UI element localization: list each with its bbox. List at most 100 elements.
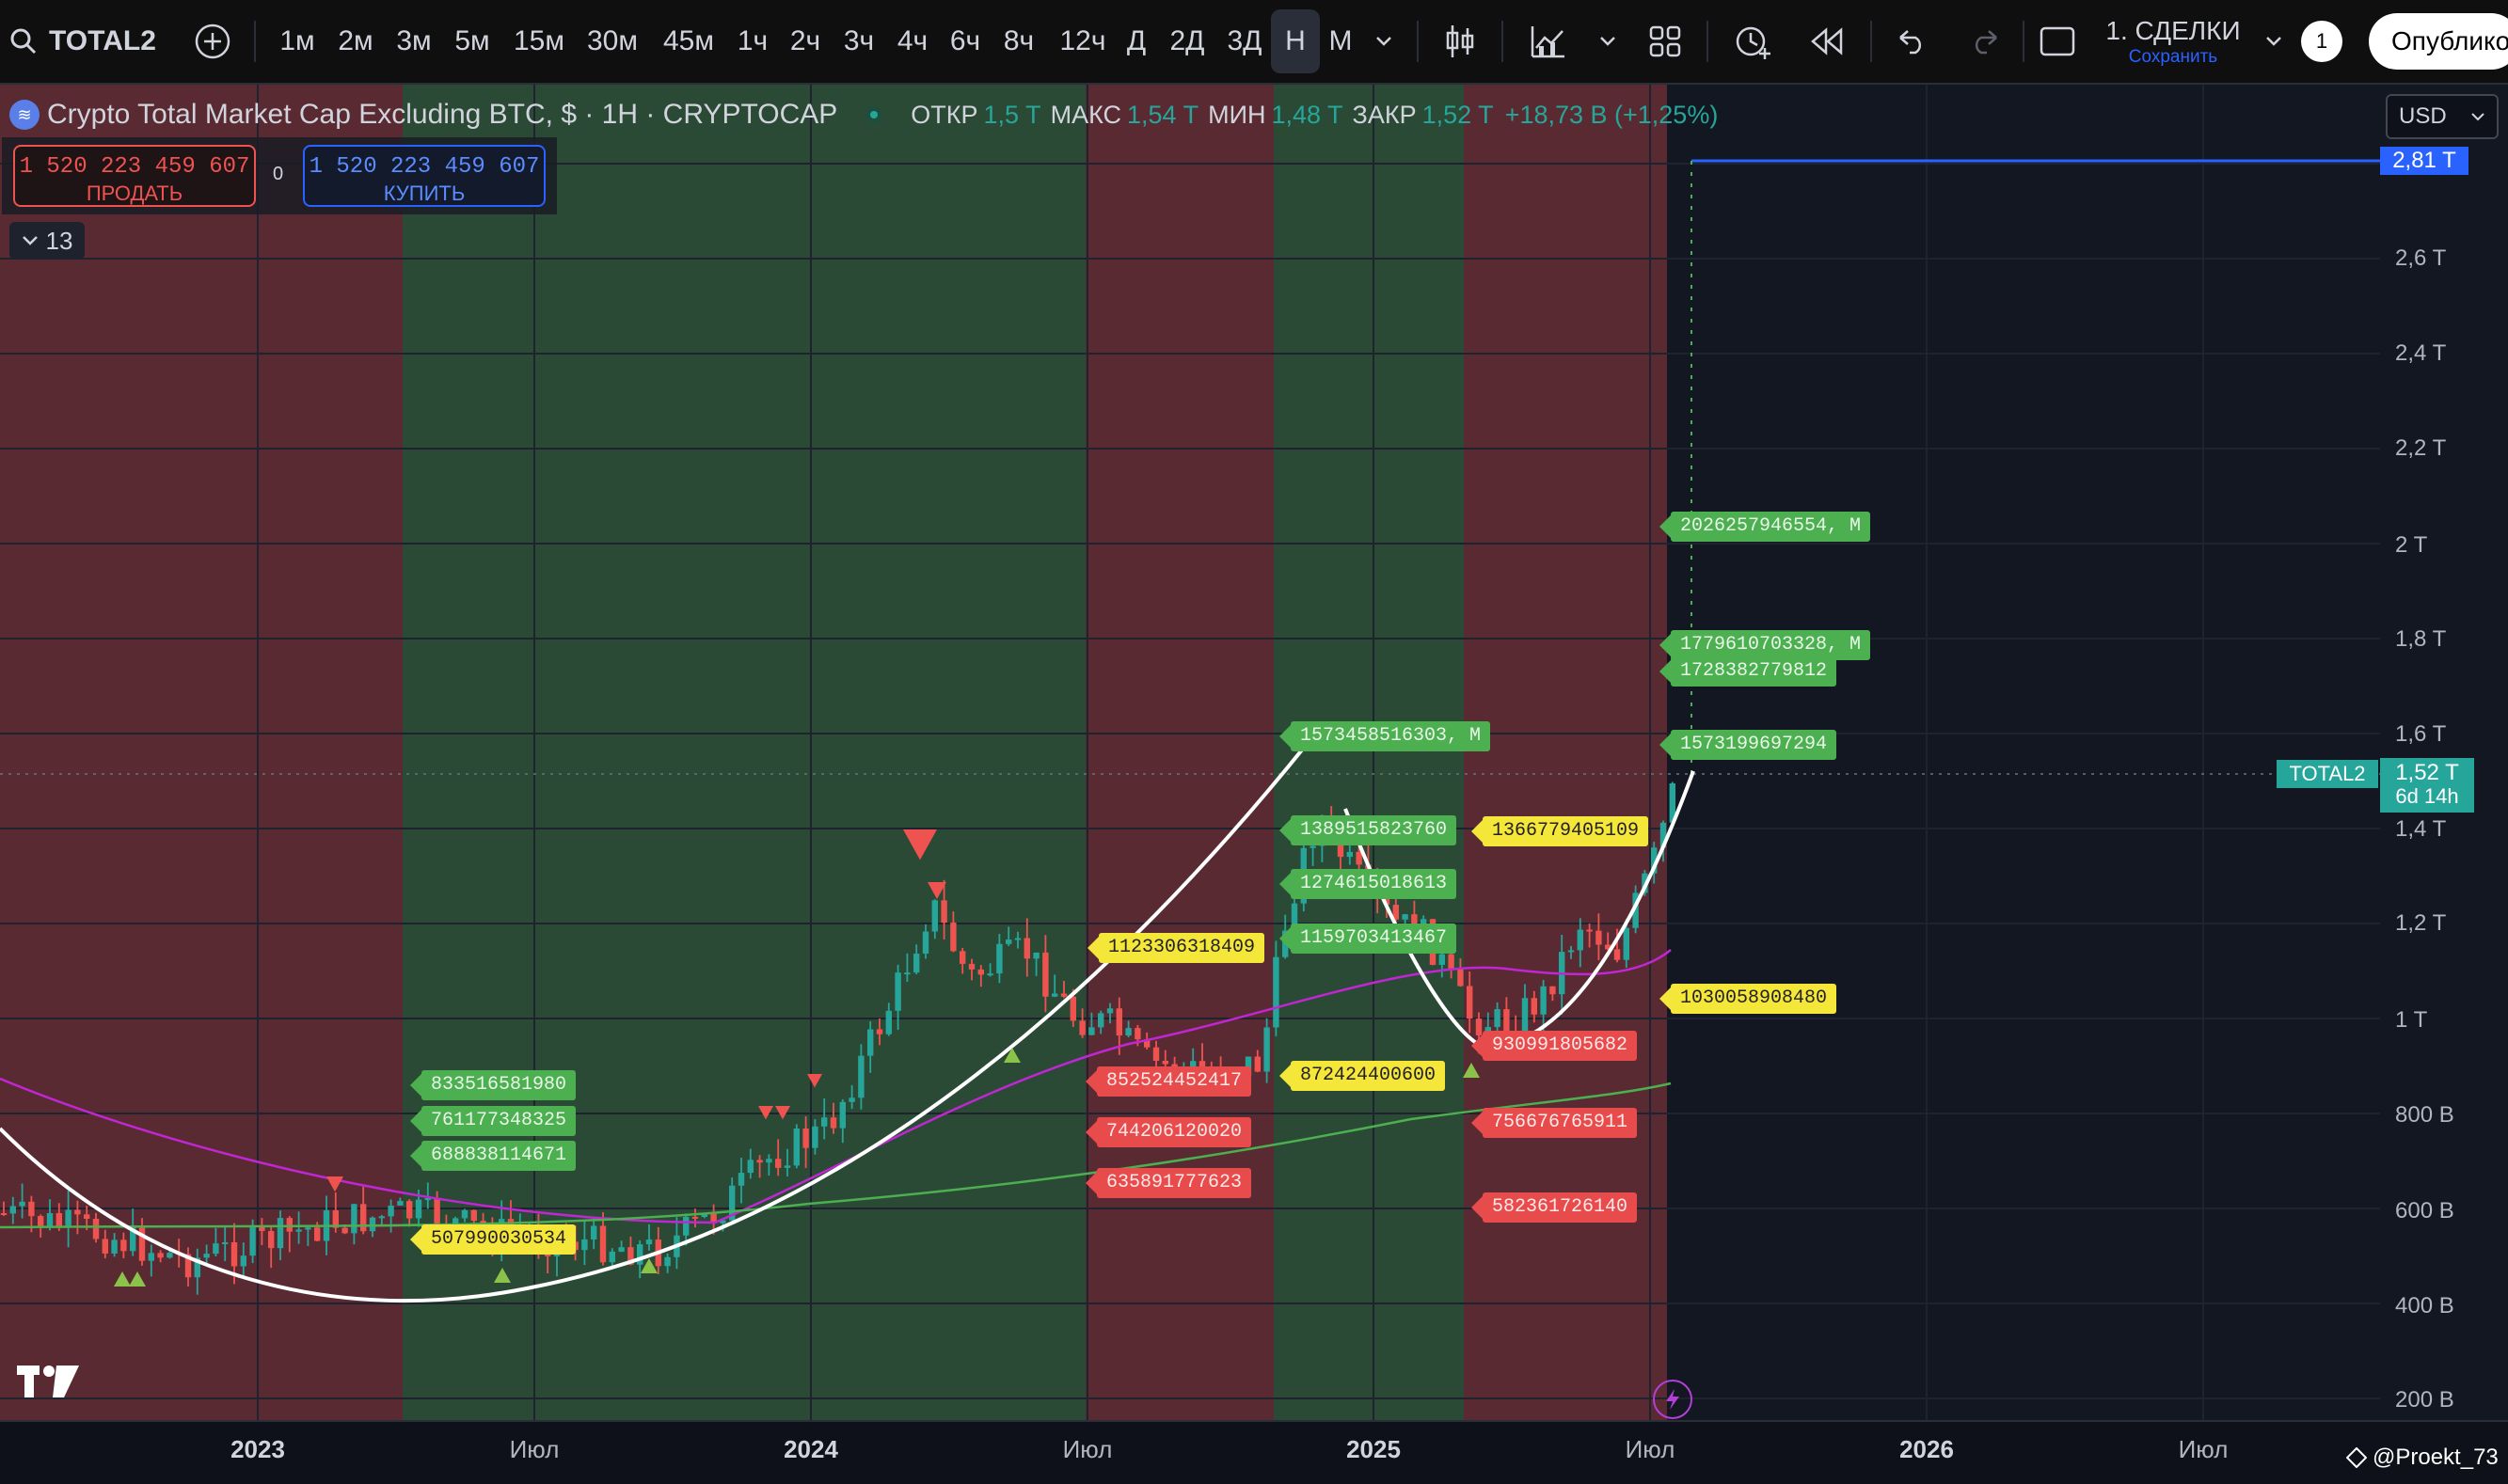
redo-icon[interactable] xyxy=(1966,0,2004,83)
candle-body xyxy=(1586,929,1593,932)
interval-7[interactable]: 45м xyxy=(663,0,714,83)
level-label[interactable]: 1573458516303, M xyxy=(1278,721,1491,751)
candle-body xyxy=(591,1225,597,1239)
interval-8[interactable]: 1ч xyxy=(728,0,777,83)
interval-17[interactable]: 3Д xyxy=(1220,0,1269,83)
lightning-icon[interactable] xyxy=(1653,1380,1692,1419)
candle-body xyxy=(858,1055,865,1098)
interval-19[interactable]: М xyxy=(1316,0,1365,83)
close-label: ЗАКР xyxy=(1352,100,1417,129)
level-label[interactable]: 635891777623 xyxy=(1085,1168,1252,1198)
interval-3[interactable]: 3м xyxy=(389,0,438,83)
candle-body xyxy=(931,900,938,932)
level-label[interactable]: 688838114671 xyxy=(409,1141,577,1171)
level-label[interactable]: 507990030534 xyxy=(409,1224,577,1255)
candle-body xyxy=(1402,914,1408,920)
time-axis[interactable]: 2023 Июл 2024 Июл 2025 Июл 2026 Июл xyxy=(0,1420,2508,1484)
candle-body xyxy=(277,1218,284,1249)
level-label[interactable]: 744206120020 xyxy=(1085,1117,1252,1147)
level-label[interactable]: 761177348325 xyxy=(409,1106,577,1136)
candle-body xyxy=(1531,998,1537,1015)
level-label[interactable]: 1728382779812 xyxy=(1659,656,1837,687)
chevron-down-icon[interactable] xyxy=(1594,0,1622,83)
trend-zone xyxy=(403,85,1086,1420)
interval-18[interactable]: Н xyxy=(1271,9,1320,73)
alert-icon[interactable] xyxy=(1731,0,1774,83)
candle-body xyxy=(360,1204,367,1232)
candle-body xyxy=(415,1199,422,1219)
candle-body xyxy=(203,1254,210,1258)
price-tick-label: 1,4 T xyxy=(2395,816,2447,842)
level-label[interactable]: 1366779405109 xyxy=(1470,816,1649,846)
level-label[interactable]: 930991805682 xyxy=(1470,1031,1638,1061)
candle-body xyxy=(1273,956,1279,1028)
price-chart[interactable] xyxy=(0,85,2508,1420)
sell-button[interactable]: 1 520 223 459 607 ПРОДАТЬ xyxy=(13,145,256,207)
interval-11[interactable]: 4ч xyxy=(888,0,937,83)
level-label[interactable]: 1274615018613 xyxy=(1278,869,1457,899)
level-label[interactable]: 1573199697294 xyxy=(1659,730,1837,760)
interval-16[interactable]: 2Д xyxy=(1163,0,1212,83)
search-icon[interactable] xyxy=(8,0,40,83)
candle-body xyxy=(1125,1028,1132,1036)
interval-9[interactable]: 2ч xyxy=(781,0,830,83)
fullscreen-icon[interactable] xyxy=(2038,0,2077,83)
save-link[interactable]: Сохранить xyxy=(2129,48,2217,66)
interval-13[interactable]: 8ч xyxy=(994,0,1043,83)
level-label[interactable]: 756676765911 xyxy=(1470,1108,1638,1138)
interval-1[interactable]: 1м xyxy=(273,0,322,83)
author-watermark: @Proekt_73 xyxy=(2346,1445,2499,1471)
market-status-icon[interactable] xyxy=(865,106,883,123)
chevron-down-icon[interactable] xyxy=(1370,0,1398,83)
candle-body xyxy=(157,1253,164,1258)
interval-14[interactable]: 12ч xyxy=(1058,0,1107,83)
price-tick-label: 1,8 T xyxy=(2395,626,2447,652)
candle-body xyxy=(1595,930,1602,945)
candle-body xyxy=(839,1101,846,1129)
add-symbol-icon[interactable] xyxy=(192,0,233,83)
interval-6[interactable]: 30м xyxy=(587,0,638,83)
level-label[interactable]: 2026257946554, M xyxy=(1659,512,1871,542)
layout-name[interactable]: 1. СДЕЛКИ Сохранить xyxy=(2098,0,2248,83)
candle-body xyxy=(111,1239,118,1254)
candle-body xyxy=(609,1251,615,1263)
interval-4[interactable]: 5м xyxy=(448,0,497,83)
level-label[interactable]: 872424400600 xyxy=(1278,1061,1446,1091)
undo-icon[interactable] xyxy=(1893,0,1930,83)
interval-15[interactable]: Д xyxy=(1112,0,1161,83)
layout-grid-icon[interactable] xyxy=(1646,0,1684,83)
candle-body xyxy=(461,1209,468,1219)
candle-body xyxy=(738,1173,745,1186)
candle-body xyxy=(1116,1008,1122,1036)
candle-body xyxy=(249,1225,256,1256)
notification-badge[interactable]: 1 xyxy=(2301,21,2342,62)
interval-10[interactable]: 3ч xyxy=(834,0,883,83)
interval-5[interactable]: 15м xyxy=(514,0,564,83)
currency-select[interactable]: USD xyxy=(2386,94,2499,139)
chevron-down-icon[interactable] xyxy=(2260,0,2288,83)
indicators-toggle[interactable]: 13 xyxy=(9,222,85,260)
level-label[interactable]: 852524452417 xyxy=(1085,1066,1252,1097)
level-label[interactable]: 833516581980 xyxy=(409,1070,577,1100)
interval-2[interactable]: 2м xyxy=(331,0,380,83)
level-label[interactable]: 1123306318409 xyxy=(1087,933,1265,963)
diamond-icon xyxy=(2346,1447,2367,1468)
indicators-icon[interactable] xyxy=(1528,0,1569,83)
publish-button[interactable]: Опублико xyxy=(2369,13,2508,70)
candle-body xyxy=(1263,1027,1270,1072)
buy-button[interactable]: 1 520 223 459 607 КУПИТЬ xyxy=(303,145,546,207)
symbol-title[interactable]: Crypto Total Market Cap Excluding BTC, $… xyxy=(47,99,837,131)
replay-icon[interactable] xyxy=(1806,0,1848,83)
price-tick-label: 2,4 T xyxy=(2395,340,2447,366)
tradingview-logo[interactable] xyxy=(17,1366,79,1402)
candle-body xyxy=(1042,952,1049,997)
candle-body xyxy=(581,1239,588,1251)
level-label[interactable]: 582361726140 xyxy=(1470,1192,1638,1223)
candle-body xyxy=(1014,938,1022,940)
candle-type-icon[interactable] xyxy=(1439,0,1481,83)
interval-12[interactable]: 6ч xyxy=(941,0,990,83)
level-label[interactable]: 1389515823760 xyxy=(1278,815,1457,845)
level-label[interactable]: 1030058908480 xyxy=(1659,984,1837,1014)
level-label[interactable]: 1159703413467 xyxy=(1278,924,1457,954)
symbol-name[interactable]: TOTAL2 xyxy=(49,0,162,83)
